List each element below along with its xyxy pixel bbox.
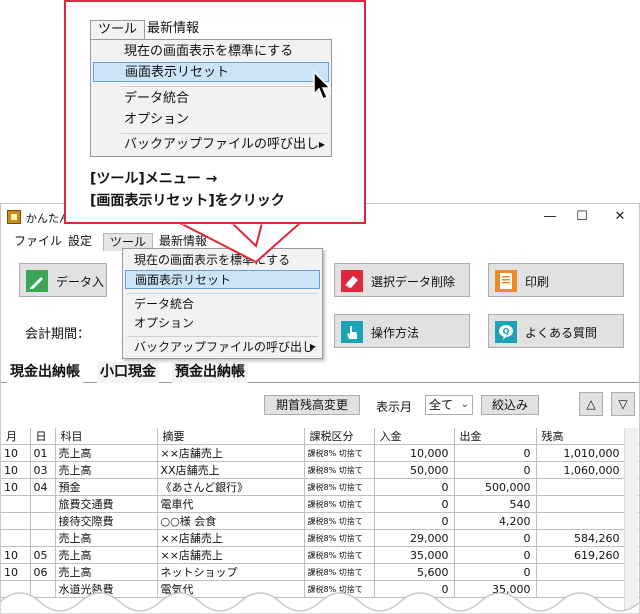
zoomed-item-reset-view: 画面表示リセット [93,62,329,82]
mouse-cursor-icon [313,70,332,101]
zoomed-menu-tools: ツール [90,20,146,40]
instruction-callout: ツール 最新情報 現在の画面表示を標準にする 画面表示リセット データ統合 オプ… [64,0,366,224]
zoomed-load-backup-label: バックアップファイルの呼び出し [124,137,320,152]
zoomed-tools-dropdown: 現在の画面表示を標準にする 画面表示リセット データ統合 オプション バックアッ… [90,39,332,157]
caption-line-1: [ツール]メニュー → [90,171,218,187]
instruction-caption: [ツール]メニュー → [画面表示リセット]をクリック [90,168,285,212]
torn-edge-decoration [0,592,640,614]
menu-divider [121,133,327,134]
zoomed-menu-bar: ツール 最新情報 [90,20,332,40]
caption-line-2: [画面表示リセット]をクリック [90,193,285,209]
zoomed-item-merge-data: データ統合 [124,91,190,106]
zoomed-item-set-default-view: 現在の画面表示を標準にする [124,44,294,59]
zoomed-item-load-backup: バックアップファイルの呼び出し ▶ [93,135,329,155]
zoomed-menu-latest-info: 最新情報 [147,21,200,36]
menu-divider [121,86,327,87]
submenu-arrow-icon: ▶ [318,140,325,149]
zoomed-item-options: オプション [124,112,190,127]
